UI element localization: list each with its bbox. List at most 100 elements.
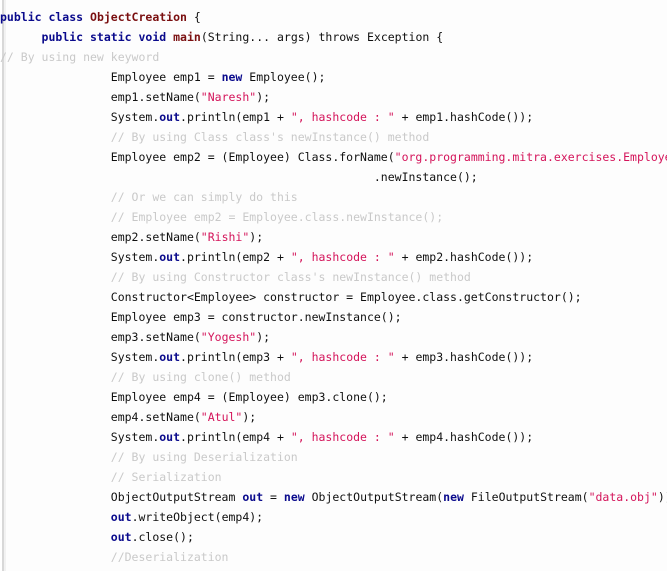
code-line: out.writeObject(emp4); xyxy=(0,507,667,527)
code-line: emp4.setName("Atul"); xyxy=(0,407,667,427)
code-line: Employee emp3 = constructor.newInstance(… xyxy=(0,307,667,327)
code-line: // Serialization xyxy=(0,467,667,487)
code-line: System.out.println(emp4 + ", hashcode : … xyxy=(0,427,667,447)
code-line: // By using Deserialization xyxy=(0,447,667,467)
code-token-plain: (String... args) throws Exception { xyxy=(200,30,444,44)
code-token-cmt: // By using Constructor class's newInsta… xyxy=(110,270,471,284)
code-snippet-viewer: public class ObjectCreation { public sta… xyxy=(0,0,667,571)
code-line: System.out.println(emp3 + ", hashcode : … xyxy=(0,347,667,367)
code-line: // By using clone() method xyxy=(0,367,667,387)
code-token-plain: ObjectOutputStream xyxy=(110,490,243,504)
code-token-str: ", hashcode : " xyxy=(290,350,395,364)
code-token-plain: + emp1.hashCode()); xyxy=(394,110,534,124)
code-token-plain: emp3.setName( xyxy=(110,330,201,344)
code-token-plain: Constructor<Employee> constructor = Empl… xyxy=(110,290,582,304)
code-line: emp3.setName("Yogesh"); xyxy=(0,327,667,347)
code-line: Employee emp4 = (Employee) emp3.clone(); xyxy=(0,387,667,407)
code-line: //Deserialization xyxy=(0,547,667,567)
code-token-kw: out xyxy=(159,430,181,444)
code-token-kw: out xyxy=(159,350,181,364)
code-line: public class ObjectCreation { xyxy=(0,7,667,27)
code-token-str: ", hashcode : " xyxy=(290,110,395,124)
code-token-kw: public static void xyxy=(41,30,174,44)
code-line: System.out.println(emp2 + ", hashcode : … xyxy=(0,247,667,267)
code-line: // By using Constructor class's newInsta… xyxy=(0,267,667,287)
code-token-plain: .println(emp2 + xyxy=(180,250,291,264)
code-token-type: ObjectCreation xyxy=(90,10,187,24)
code-token-plain: Employee emp3 = constructor.newInstance(… xyxy=(110,310,402,324)
code-token-plain: + emp2.hashCode()); xyxy=(394,250,534,264)
code-token-plain: emp1.setName( xyxy=(110,90,201,104)
code-line: // Or we can simply do this xyxy=(0,187,667,207)
code-token-plain: System. xyxy=(110,250,160,264)
code-token-str: "Atul" xyxy=(200,410,243,424)
code-token-plain: + emp4.hashCode()); xyxy=(394,430,534,444)
code-token-plain: ); xyxy=(242,410,257,424)
code-token-plain: .writeObject(emp4); xyxy=(131,510,264,524)
code-line: System.out.println(emp1 + ", hashcode : … xyxy=(0,107,667,127)
code-line: out.close(); xyxy=(0,527,667,547)
code-token-kw: out xyxy=(242,490,264,504)
code-token-cmt: // Serialization xyxy=(110,470,222,484)
code-line: emp1.setName("Naresh"); xyxy=(0,87,667,107)
code-token-kw: new xyxy=(443,490,464,504)
code-token-kw: out xyxy=(110,530,132,544)
code-token-plain: System. xyxy=(110,110,160,124)
code-token-str: "data.obj" xyxy=(588,490,658,504)
code-token-plain: { xyxy=(186,10,201,24)
code-token-plain: emp2.setName( xyxy=(110,230,201,244)
code-line: public static void main(String... args) … xyxy=(0,27,667,47)
code-token-kw: new xyxy=(221,70,243,84)
code-token-type: main xyxy=(173,30,201,44)
code-token-cmt: // By using Class class's newInstance() … xyxy=(110,130,430,144)
code-token-kw: public class xyxy=(0,10,91,24)
java-source-code[interactable]: public class ObjectCreation { public sta… xyxy=(0,0,667,567)
code-token-str: "Naresh" xyxy=(200,90,257,104)
code-line: // By using new keyword xyxy=(0,47,667,67)
code-token-plain: + emp3.hashCode()); xyxy=(394,350,534,364)
code-token-plain: Employee emp1 = xyxy=(110,70,222,84)
code-token-plain: .println(emp4 + xyxy=(180,430,291,444)
code-token-plain: System. xyxy=(110,430,160,444)
code-line: Constructor<Employee> constructor = Empl… xyxy=(0,287,667,307)
code-token-plain: .newInstance(); xyxy=(373,170,478,184)
code-token-plain: System. xyxy=(110,350,160,364)
code-token-str: "org.programming.mitra.exercises.Employe… xyxy=(394,150,667,164)
code-token-cmt: // By using new keyword xyxy=(0,50,160,64)
code-token-plain: Employee(); xyxy=(242,70,326,84)
code-token-kw: out xyxy=(159,110,181,124)
code-line: // By using Class class's newInstance() … xyxy=(0,127,667,147)
code-token-plain: ); xyxy=(256,330,271,344)
code-token-plain: ); xyxy=(256,90,271,104)
code-token-kw: out xyxy=(159,250,181,264)
code-token-plain: Employee emp4 = (Employee) emp3.clone(); xyxy=(110,390,388,404)
code-token-plain: Employee emp2 = (Employee) Class.forName… xyxy=(110,150,395,164)
code-token-plain: .close(); xyxy=(131,530,194,544)
code-line: ObjectOutputStream out = new ObjectOutpu… xyxy=(0,487,667,507)
code-token-plain: .println(emp1 + xyxy=(180,110,291,124)
code-line: Employee emp2 = (Employee) Class.forName… xyxy=(0,147,667,167)
code-token-kw: new xyxy=(283,490,305,504)
code-line: .newInstance(); xyxy=(0,167,667,187)
code-token-cmt: // Or we can simply do this xyxy=(110,190,298,204)
